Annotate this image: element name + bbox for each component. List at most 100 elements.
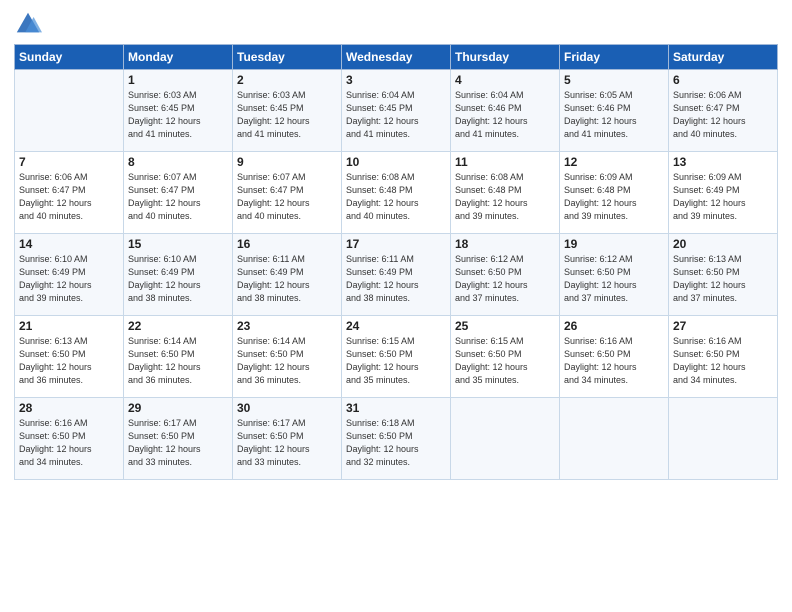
day-number: 13 <box>673 155 773 169</box>
day-info: Sunrise: 6:16 AMSunset: 6:50 PMDaylight:… <box>673 335 773 387</box>
calendar-table: SundayMondayTuesdayWednesdayThursdayFrid… <box>14 44 778 480</box>
day-number: 2 <box>237 73 337 87</box>
day-info: Sunrise: 6:11 AMSunset: 6:49 PMDaylight:… <box>346 253 446 305</box>
day-info: Sunrise: 6:04 AMSunset: 6:46 PMDaylight:… <box>455 89 555 141</box>
calendar-cell: 10Sunrise: 6:08 AMSunset: 6:48 PMDayligh… <box>342 152 451 234</box>
calendar-cell: 2 Sunrise: 6:03 AMSunset: 6:45 PMDaylight… <box>233 70 342 152</box>
header-day-tuesday: Tuesday <box>233 45 342 70</box>
day-number: 24 <box>346 319 446 333</box>
day-number: 19 <box>564 237 664 251</box>
calendar-cell <box>560 398 669 480</box>
calendar-cell: 11 Sunrise: 6:08 AMSunset: 6:48 PMDayligh… <box>451 152 560 234</box>
calendar-cell <box>15 70 124 152</box>
day-number: 4 <box>455 73 555 87</box>
calendar-cell: 6 Sunrise: 6:06 AMSunset: 6:47 PMDaylight… <box>669 70 778 152</box>
day-number: 31 <box>346 401 446 415</box>
calendar-cell: 17 Sunrise: 6:11 AMSunset: 6:49 PMDayligh… <box>342 234 451 316</box>
day-number: 8 <box>128 155 228 169</box>
header-day-thursday: Thursday <box>451 45 560 70</box>
day-info: Sunrise: 6:05 AMSunset: 6:46 PMDaylight:… <box>564 89 664 141</box>
day-number: 23 <box>237 319 337 333</box>
calendar-cell: 19 Sunrise: 6:12 AMSunset: 6:50 PMDayligh… <box>560 234 669 316</box>
day-number: 25 <box>455 319 555 333</box>
week-row-4: 28 Sunrise: 6:16 AMSunset: 6:50 PMDayligh… <box>15 398 778 480</box>
day-number: 16 <box>237 237 337 251</box>
header-day-friday: Friday <box>560 45 669 70</box>
calendar-cell: 27Sunrise: 6:16 AMSunset: 6:50 PMDayligh… <box>669 316 778 398</box>
day-info: Sunrise: 6:13 AMSunset: 6:50 PMDaylight:… <box>673 253 773 305</box>
day-number: 14 <box>19 237 119 251</box>
calendar-cell: 9 Sunrise: 6:07 AMSunset: 6:47 PMDaylight… <box>233 152 342 234</box>
header-day-monday: Monday <box>124 45 233 70</box>
calendar-cell: 18Sunrise: 6:12 AMSunset: 6:50 PMDayligh… <box>451 234 560 316</box>
logo <box>14 10 46 38</box>
calendar-cell: 4 Sunrise: 6:04 AMSunset: 6:46 PMDaylight… <box>451 70 560 152</box>
day-info: Sunrise: 6:10 AMSunset: 6:49 PMDaylight:… <box>19 253 119 305</box>
day-info: Sunrise: 6:12 AMSunset: 6:50 PMDaylight:… <box>455 253 555 305</box>
day-info: Sunrise: 6:13 AMSunset: 6:50 PMDaylight:… <box>19 335 119 387</box>
day-info: Sunrise: 6:09 AMSunset: 6:48 PMDaylight:… <box>564 171 664 223</box>
day-info: Sunrise: 6:09 AMSunset: 6:49 PMDaylight:… <box>673 171 773 223</box>
calendar-cell: 15 Sunrise: 6:10 AMSunset: 6:49 PMDayligh… <box>124 234 233 316</box>
page: SundayMondayTuesdayWednesdayThursdayFrid… <box>0 0 792 612</box>
day-number: 20 <box>673 237 773 251</box>
day-info: Sunrise: 6:15 AMSunset: 6:50 PMDaylight:… <box>346 335 446 387</box>
calendar-cell: 22 Sunrise: 6:14 AMSunset: 6:50 PMDayligh… <box>124 316 233 398</box>
header-day-sunday: Sunday <box>15 45 124 70</box>
day-info: Sunrise: 6:15 AMSunset: 6:50 PMDaylight:… <box>455 335 555 387</box>
header-day-saturday: Saturday <box>669 45 778 70</box>
day-number: 10 <box>346 155 446 169</box>
calendar-cell: 14 Sunrise: 6:10 AMSunset: 6:49 PMDayligh… <box>15 234 124 316</box>
calendar-cell: 20 Sunrise: 6:13 AMSunset: 6:50 PMDayligh… <box>669 234 778 316</box>
day-number: 9 <box>237 155 337 169</box>
calendar-cell: 12Sunrise: 6:09 AMSunset: 6:48 PMDayligh… <box>560 152 669 234</box>
calendar-cell: 30 Sunrise: 6:17 AMSunset: 6:50 PMDayligh… <box>233 398 342 480</box>
day-number: 22 <box>128 319 228 333</box>
calendar-cell: 16 Sunrise: 6:11 AMSunset: 6:49 PMDayligh… <box>233 234 342 316</box>
calendar-cell: 26 Sunrise: 6:16 AMSunset: 6:50 PMDayligh… <box>560 316 669 398</box>
header-day-wednesday: Wednesday <box>342 45 451 70</box>
day-number: 5 <box>564 73 664 87</box>
calendar-cell: 31Sunrise: 6:18 AMSunset: 6:50 PMDayligh… <box>342 398 451 480</box>
week-row-0: 1 Sunrise: 6:03 AMSunset: 6:45 PMDaylight… <box>15 70 778 152</box>
day-info: Sunrise: 6:03 AMSunset: 6:45 PMDaylight:… <box>237 89 337 141</box>
day-number: 30 <box>237 401 337 415</box>
day-number: 17 <box>346 237 446 251</box>
day-info: Sunrise: 6:07 AMSunset: 6:47 PMDaylight:… <box>237 171 337 223</box>
calendar-cell: 1 Sunrise: 6:03 AMSunset: 6:45 PMDaylight… <box>124 70 233 152</box>
week-row-1: 7Sunrise: 6:06 AMSunset: 6:47 PMDaylight… <box>15 152 778 234</box>
day-info: Sunrise: 6:17 AMSunset: 6:50 PMDaylight:… <box>128 417 228 469</box>
day-info: Sunrise: 6:03 AMSunset: 6:45 PMDaylight:… <box>128 89 228 141</box>
week-row-3: 21Sunrise: 6:13 AMSunset: 6:50 PMDayligh… <box>15 316 778 398</box>
calendar-cell: 28 Sunrise: 6:16 AMSunset: 6:50 PMDayligh… <box>15 398 124 480</box>
week-row-2: 14 Sunrise: 6:10 AMSunset: 6:49 PMDayligh… <box>15 234 778 316</box>
day-info: Sunrise: 6:10 AMSunset: 6:49 PMDaylight:… <box>128 253 228 305</box>
calendar-cell: 29Sunrise: 6:17 AMSunset: 6:50 PMDayligh… <box>124 398 233 480</box>
header <box>14 10 778 38</box>
calendar-cell: 8Sunrise: 6:07 AMSunset: 6:47 PMDaylight… <box>124 152 233 234</box>
calendar-cell: 13 Sunrise: 6:09 AMSunset: 6:49 PMDayligh… <box>669 152 778 234</box>
day-info: Sunrise: 6:04 AMSunset: 6:45 PMDaylight:… <box>346 89 446 141</box>
day-info: Sunrise: 6:14 AMSunset: 6:50 PMDaylight:… <box>237 335 337 387</box>
day-number: 7 <box>19 155 119 169</box>
day-info: Sunrise: 6:06 AMSunset: 6:47 PMDaylight:… <box>673 89 773 141</box>
calendar-cell: 3 Sunrise: 6:04 AMSunset: 6:45 PMDaylight… <box>342 70 451 152</box>
day-info: Sunrise: 6:16 AMSunset: 6:50 PMDaylight:… <box>19 417 119 469</box>
day-number: 28 <box>19 401 119 415</box>
calendar-cell: 21Sunrise: 6:13 AMSunset: 6:50 PMDayligh… <box>15 316 124 398</box>
day-info: Sunrise: 6:12 AMSunset: 6:50 PMDaylight:… <box>564 253 664 305</box>
calendar-cell <box>669 398 778 480</box>
day-info: Sunrise: 6:08 AMSunset: 6:48 PMDaylight:… <box>455 171 555 223</box>
day-number: 11 <box>455 155 555 169</box>
day-number: 3 <box>346 73 446 87</box>
day-number: 15 <box>128 237 228 251</box>
header-row: SundayMondayTuesdayWednesdayThursdayFrid… <box>15 45 778 70</box>
day-info: Sunrise: 6:11 AMSunset: 6:49 PMDaylight:… <box>237 253 337 305</box>
day-info: Sunrise: 6:16 AMSunset: 6:50 PMDaylight:… <box>564 335 664 387</box>
day-number: 1 <box>128 73 228 87</box>
calendar-cell: 25 Sunrise: 6:15 AMSunset: 6:50 PMDayligh… <box>451 316 560 398</box>
day-info: Sunrise: 6:17 AMSunset: 6:50 PMDaylight:… <box>237 417 337 469</box>
day-info: Sunrise: 6:14 AMSunset: 6:50 PMDaylight:… <box>128 335 228 387</box>
day-number: 26 <box>564 319 664 333</box>
day-number: 6 <box>673 73 773 87</box>
